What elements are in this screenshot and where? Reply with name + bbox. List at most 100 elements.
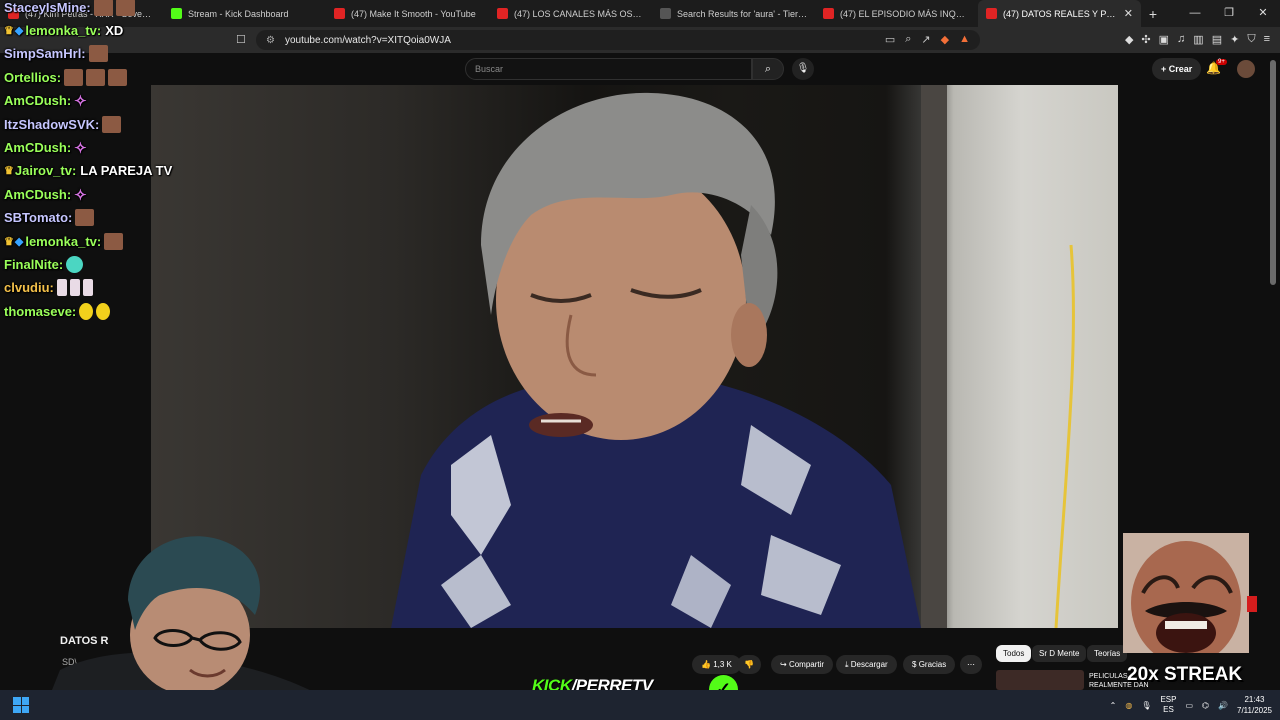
chat-username: SimpSamHrl: bbox=[4, 46, 86, 62]
emote-icon: ✧ bbox=[74, 186, 87, 204]
chip-sr-d-mente[interactable]: Sr D Mente bbox=[1032, 645, 1087, 662]
tab-favicon-icon bbox=[660, 8, 671, 19]
window-controls: — ❐ ✕ bbox=[1178, 0, 1280, 27]
chat-username: StaceyIsMine: bbox=[4, 0, 91, 15]
language-indicator[interactable]: ESP ES bbox=[1160, 695, 1176, 715]
sidebar-icon[interactable]: ▥ bbox=[1193, 33, 1203, 46]
create-button[interactable]: + Crear bbox=[1152, 58, 1202, 80]
gem-badge-icon: ◆ bbox=[14, 24, 24, 37]
menu-icon[interactable]: ≡ bbox=[1264, 33, 1270, 46]
wallet-icon[interactable]: ▤ bbox=[1212, 33, 1222, 46]
clock[interactable]: 21:43 7/11/2025 bbox=[1237, 694, 1272, 716]
emote-icon bbox=[66, 255, 84, 273]
screenshot-icon[interactable]: ▣ bbox=[1159, 33, 1169, 46]
clock-date: 7/11/2025 bbox=[1237, 706, 1272, 715]
search-input[interactable]: Buscar bbox=[465, 58, 752, 80]
emote-icon bbox=[88, 45, 108, 63]
network-icon[interactable]: ⌬ bbox=[1202, 701, 1209, 710]
voice-search-button[interactable]: 🎙 bbox=[792, 58, 814, 80]
search-button[interactable]: ⌕ bbox=[752, 58, 784, 80]
chat-message: ItzShadowSVK: bbox=[4, 113, 122, 135]
chat-message: AmCDush: ✧ bbox=[4, 183, 87, 205]
windows-taskbar: ⌃ ◍ 🎙 ESP ES ▭ ⌬ 🔊 21:43 7/11/2025 bbox=[0, 690, 1280, 720]
new-tab-button[interactable]: + bbox=[1141, 6, 1165, 22]
system-tray: ⌃ ◍ 🎙 ESP ES ▭ ⌬ 🔊 21:43 7/11/2025 bbox=[1110, 694, 1272, 716]
bookmark-icon[interactable]: ☐ bbox=[236, 33, 246, 46]
brave-shield-icon[interactable]: ◆ bbox=[941, 33, 949, 46]
download-button[interactable]: ⤓ Descargar bbox=[836, 655, 897, 674]
address-bar[interactable]: ⚙ youtube.com/watch?v=XITQoia0WJA ▭ ⌕ ↗ … bbox=[256, 30, 980, 50]
volume-icon[interactable]: 🔊 bbox=[1218, 701, 1228, 710]
browser-tab[interactable]: (47) DATOS REALES Y PERTU ✕ bbox=[978, 0, 1141, 27]
thanks-icon: $ bbox=[912, 660, 917, 669]
browser-tab[interactable]: Search Results for 'aura' - TierMaker bbox=[652, 0, 815, 27]
thumbs-down-icon: 👎 bbox=[744, 660, 754, 669]
chat-message: SBTomato: bbox=[4, 207, 95, 229]
extension-icon[interactable]: ◆ bbox=[1125, 33, 1133, 46]
tab-title: Stream - Kick Dashboard bbox=[188, 8, 289, 19]
more-actions-button[interactable]: ⋯ bbox=[960, 655, 982, 674]
tab-title: (47) Make It Smooth - YouTube bbox=[351, 8, 476, 19]
gem-badge-icon: ◆ bbox=[14, 235, 24, 248]
mic-icon[interactable]: 🎙 bbox=[1141, 701, 1151, 710]
vpn-icon[interactable]: ⛉ bbox=[1247, 33, 1255, 46]
avatar[interactable] bbox=[1237, 60, 1255, 78]
tab-favicon-icon bbox=[986, 8, 997, 19]
like-count: 1,3 K bbox=[713, 660, 732, 669]
close-window-icon[interactable]: ✕ bbox=[1246, 0, 1280, 27]
chat-text: LA PAREJA TV bbox=[80, 163, 173, 179]
chat-username: AmCDush: bbox=[4, 186, 72, 202]
emote-icon bbox=[102, 115, 122, 133]
tab-favicon-icon bbox=[823, 8, 834, 19]
chat-username: AmCDush: bbox=[4, 93, 72, 109]
puzzle-icon[interactable]: ✣ bbox=[1141, 33, 1150, 46]
thanks-button[interactable]: $ Gracias bbox=[903, 655, 956, 674]
like-button[interactable]: 👍 1,3 K bbox=[692, 655, 741, 674]
emote-icon bbox=[104, 232, 124, 250]
chat-username: SBTomato: bbox=[4, 210, 73, 226]
browser-tab[interactable]: Stream - Kick Dashboard bbox=[163, 0, 326, 27]
windows-start-icon[interactable] bbox=[13, 697, 29, 713]
browser-tab[interactable]: (47) Make It Smooth - YouTube bbox=[326, 0, 489, 27]
site-info-icon[interactable]: ⚙ bbox=[266, 35, 275, 46]
browser-tab[interactable]: (47) LOS CANALES MÁS OSCUROS D bbox=[489, 0, 652, 27]
emote-icon bbox=[93, 0, 113, 16]
chat-username: AmCDush: bbox=[4, 139, 72, 155]
chat-username: lemonka_tv: bbox=[25, 233, 102, 249]
emote-icon bbox=[96, 302, 111, 320]
music-icon[interactable]: ♫ bbox=[1177, 33, 1185, 46]
chip-teorias[interactable]: Teorías bbox=[1087, 645, 1128, 662]
close-tab-icon[interactable]: ✕ bbox=[1124, 7, 1133, 20]
cast-icon[interactable]: ▭ bbox=[885, 33, 895, 46]
tab-favicon-icon bbox=[497, 8, 508, 19]
download-icon: ⤓ bbox=[845, 660, 849, 669]
chat-message: clvudiu: bbox=[4, 277, 93, 299]
create-label: Crear bbox=[1168, 64, 1193, 74]
emote-icon bbox=[69, 279, 80, 297]
chat-message: StaceyIsMine: bbox=[4, 0, 135, 18]
red-indicator bbox=[1247, 596, 1257, 612]
url-text[interactable]: youtube.com/watch?v=XITQoia0WJA bbox=[285, 35, 451, 46]
zoom-icon[interactable]: ⌕ bbox=[905, 33, 911, 46]
app-tray-icon[interactable]: ◍ bbox=[1125, 701, 1132, 710]
tab-favicon-icon bbox=[334, 8, 345, 19]
dislike-button[interactable]: 👎 bbox=[737, 655, 761, 674]
recommendation-thumbnail[interactable] bbox=[996, 670, 1084, 690]
url-actions: ▭ ⌕ ↗ ◆ ▲ bbox=[885, 33, 970, 46]
notification-badge: 9+ bbox=[1216, 59, 1227, 65]
minimize-icon[interactable]: — bbox=[1178, 0, 1212, 27]
chat-message: Ortellios: bbox=[4, 66, 128, 88]
browser-tab[interactable]: (47) EL EPISODIO MÁS INQUIETANTE bbox=[815, 0, 978, 27]
display-icon[interactable]: ▭ bbox=[1185, 701, 1193, 710]
tab-title: (47) EL EPISODIO MÁS INQUIETANTE bbox=[840, 8, 970, 19]
maximize-icon[interactable]: ❐ bbox=[1212, 0, 1246, 27]
chat-username: FinalNite: bbox=[4, 256, 64, 272]
ai-icon[interactable]: ✦ bbox=[1230, 33, 1239, 46]
chevron-up-icon[interactable]: ⌃ bbox=[1110, 701, 1117, 710]
rewards-icon[interactable]: ▲ bbox=[959, 33, 970, 46]
share-button[interactable]: ↪ Compartir bbox=[771, 655, 834, 674]
chip-todos[interactable]: Todos bbox=[996, 645, 1032, 662]
share-page-icon[interactable]: ↗ bbox=[921, 33, 930, 46]
page-scrollbar[interactable] bbox=[1270, 60, 1276, 285]
chat-username: Ortellios: bbox=[4, 69, 62, 85]
